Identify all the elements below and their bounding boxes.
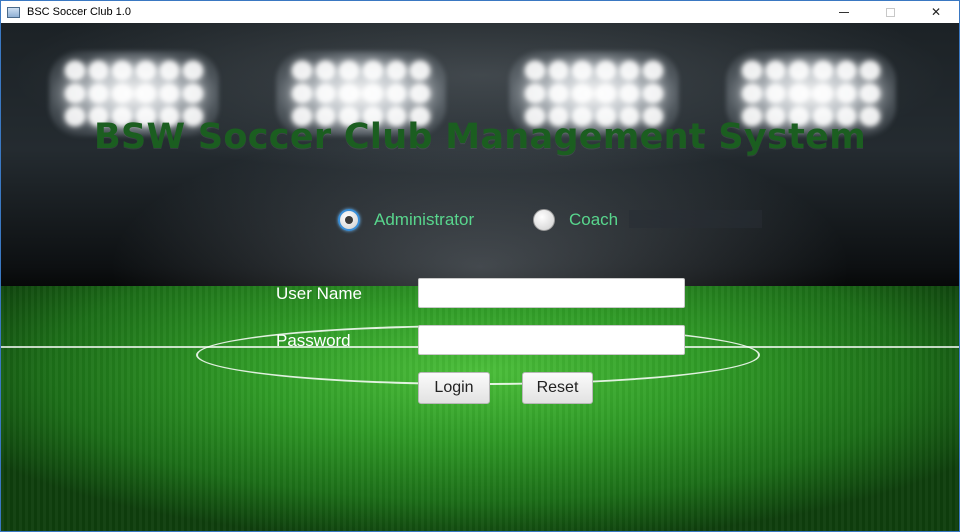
radio-selected-icon [338,209,360,231]
login-button[interactable]: Login [418,372,490,404]
app-icon [7,6,20,18]
window-controls: ✕ [821,1,959,23]
maximize-icon [885,7,895,17]
minimize-icon [839,11,849,13]
maximize-button[interactable] [867,1,913,23]
role-radio-coach[interactable]: Coach [533,209,618,231]
close-button[interactable]: ✕ [913,1,959,23]
window-title: BSC Soccer Club 1.0 [27,6,131,18]
username-label: User Name [276,284,362,303]
stadium-background: BSW Soccer Club Management System Admini… [1,23,959,531]
password-field[interactable] [418,325,685,355]
reset-button[interactable]: Reset [522,372,593,404]
username-field[interactable] [418,278,685,308]
app-window: BSC Soccer Club 1.0 ✕ BSW Soccer Club Ma… [0,0,960,532]
radio-unselected-icon [533,209,555,231]
title-bar[interactable]: BSC Soccer Club 1.0 ✕ [1,1,959,23]
role-label-coach: Coach [569,210,619,229]
overlay-strip [629,210,762,228]
app-heading: BSW Soccer Club Management System [94,117,866,157]
role-radio-administrator[interactable]: Administrator [338,209,474,231]
password-label: Password [276,331,351,350]
soccer-pitch [1,286,959,531]
minimize-button[interactable] [821,1,867,23]
close-icon: ✕ [930,5,942,19]
role-label-administrator: Administrator [374,210,475,229]
